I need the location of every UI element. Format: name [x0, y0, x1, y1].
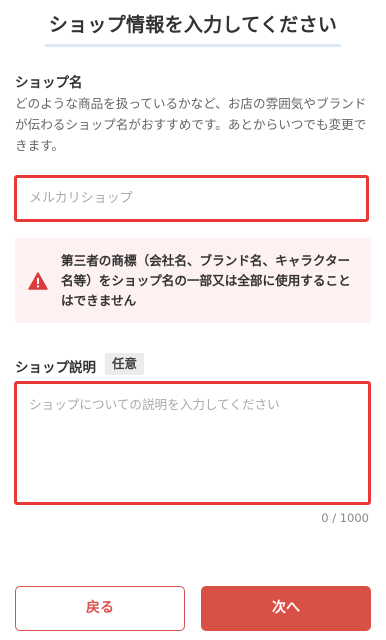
shop-name-field-wrapper [14, 175, 369, 222]
optional-badge: 任意 [105, 353, 145, 375]
trademark-warning-text: 第三者の商標（会社名、ブランド名、キャラクター名等）をショップ名の一部又は全部に… [61, 253, 351, 308]
warning-triangle-icon [28, 272, 48, 290]
shop-info-form-page: ショップ情報を入力してください ショップ名 どのような商品を扱っているかなど、お… [0, 0, 386, 640]
shop-description-field-wrapper [14, 381, 371, 505]
shop-name-label: ショップ名 [15, 75, 83, 91]
back-button[interactable]: 戻る [15, 586, 185, 631]
trademark-warning-box: 第三者の商標（会社名、ブランド名、キャラクター名等）をショップ名の一部又は全部に… [15, 238, 371, 323]
shop-description-label: ショップ説明 [15, 360, 96, 376]
next-button[interactable]: 次へ [201, 586, 371, 631]
shop-name-input[interactable] [17, 178, 366, 219]
header: ショップ情報を入力してください [0, 10, 386, 47]
page-title: ショップ情報を入力してください [44, 10, 342, 47]
shop-description-textarea[interactable] [17, 384, 368, 502]
character-counter: 0 / 1000 [321, 511, 369, 525]
shop-name-description: どのような商品を扱っているかなど、お店の雰囲気やブランドが伝わるショップ名がおす… [15, 96, 367, 153]
